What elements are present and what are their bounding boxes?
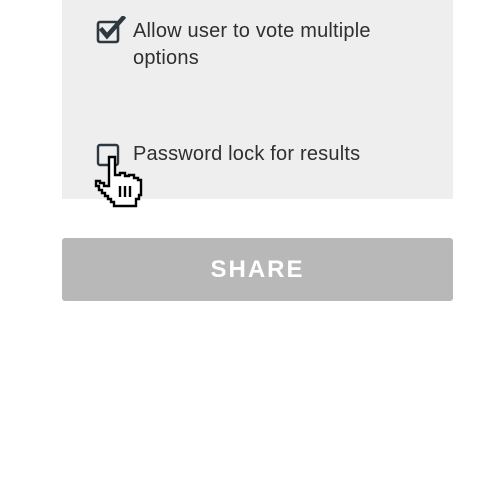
password-lock-checkbox[interactable]: [96, 143, 120, 167]
option-multiple-votes[interactable]: Allow user to vote multiple options: [96, 16, 413, 72]
checkmark-icon: [96, 16, 126, 44]
checkbox-empty-icon: [96, 143, 120, 167]
poll-settings-page: Allow user to vote multiple options Pass…: [0, 0, 500, 500]
password-lock-label: Password lock for results: [133, 143, 361, 165]
share-button[interactable]: SHARE: [62, 238, 453, 301]
multiple-votes-checkbox[interactable]: [96, 16, 126, 44]
poll-options-panel: Allow user to vote multiple options Pass…: [62, 0, 453, 199]
multiple-votes-label: Allow user to vote multiple options: [133, 20, 371, 69]
option-password-lock[interactable]: Password lock for results: [96, 141, 413, 168]
